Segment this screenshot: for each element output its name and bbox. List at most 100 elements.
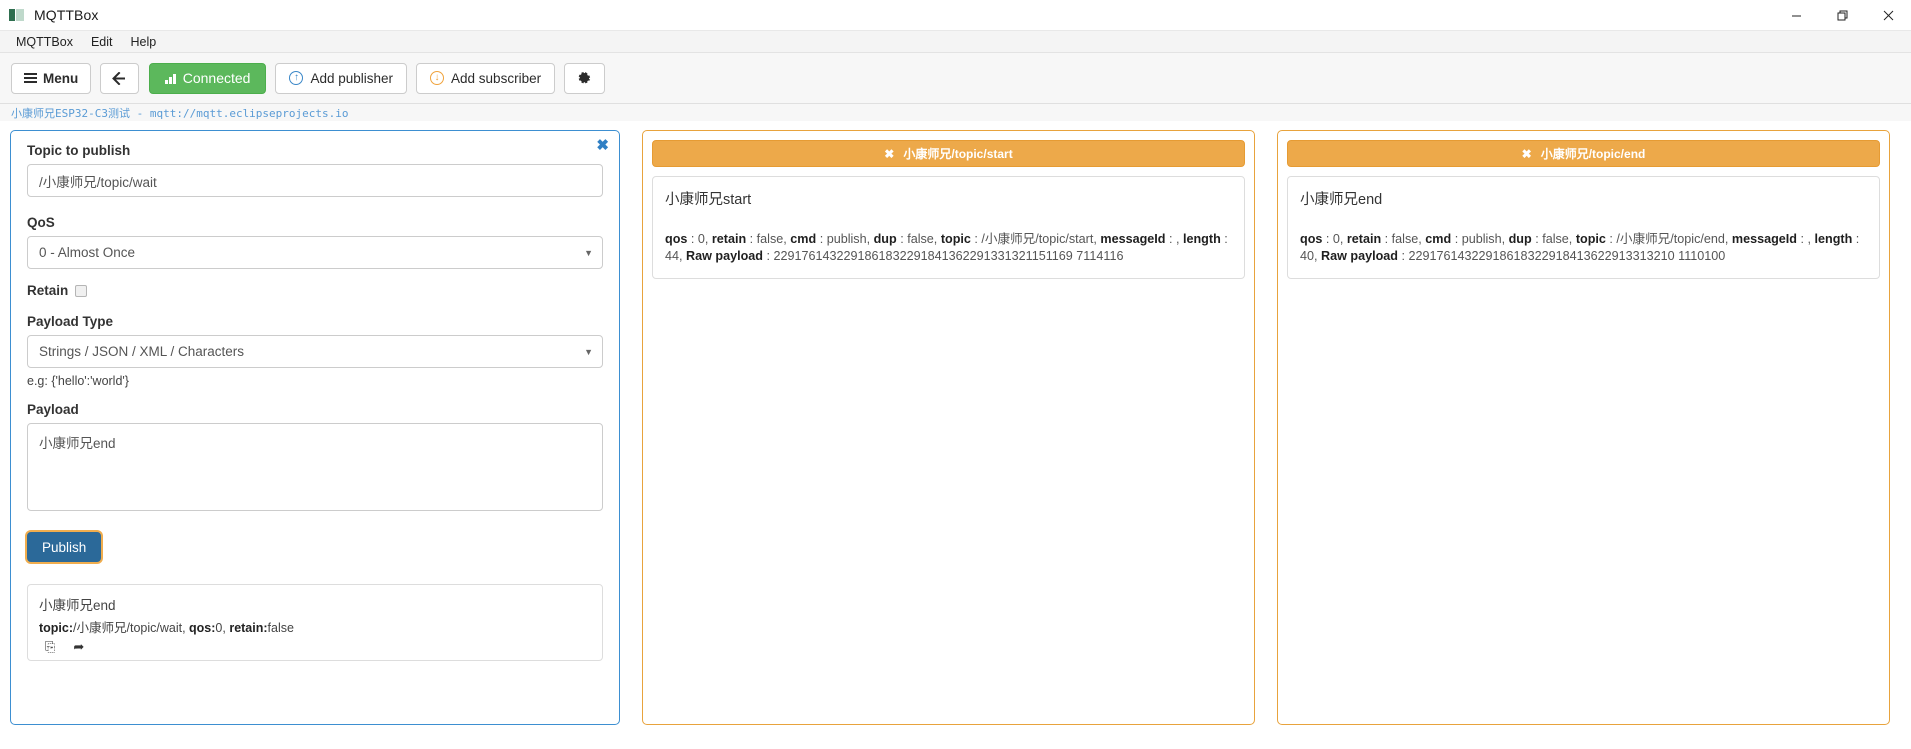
detail-rawpayload-key: Raw payload xyxy=(686,248,763,263)
subscriber-message-card: 小康师兄end qos : 0, retain : false, cmd : p… xyxy=(1287,176,1880,280)
detail-cmd-key: cmd xyxy=(790,232,817,246)
detail-retain-key: retain xyxy=(711,232,747,246)
detail-topic-value: : /小康师兄/topic/end, xyxy=(1605,232,1732,246)
close-icon[interactable]: ✖ xyxy=(1522,148,1532,160)
detail-length-key: length xyxy=(1814,232,1853,246)
connection-status-button[interactable]: Connected xyxy=(149,62,267,94)
settings-button[interactable] xyxy=(564,62,606,94)
detail-cmd-key: cmd xyxy=(1425,232,1452,246)
hamburger-icon xyxy=(24,73,37,84)
publisher-panel: ✖ Topic to publish QoS 0 - Almost Once ▼… xyxy=(10,130,620,725)
topic-to-publish-input[interactable] xyxy=(27,164,603,197)
gear-icon xyxy=(578,71,591,83)
history-topic-value: /小康师兄/topic/wait, xyxy=(73,621,190,635)
maximize-button[interactable] xyxy=(1819,0,1865,31)
detail-topic-key: topic xyxy=(1575,232,1606,246)
detail-messageid-value: : , xyxy=(1797,232,1815,246)
retain-label: Retain xyxy=(27,283,69,298)
qos-select-wrapper[interactable]: 0 - Almost Once ▼ xyxy=(27,236,603,269)
window-title: MQTTBox xyxy=(34,7,99,23)
detail-dup-key: dup xyxy=(1508,232,1532,246)
detail-dup-value: : false, xyxy=(896,232,941,246)
arrow-left-icon xyxy=(112,71,126,85)
signal-bars-icon xyxy=(165,73,176,84)
payload-type-label: Payload Type xyxy=(27,314,114,329)
payload-type-select-wrapper[interactable]: Strings / JSON / XML / Characters ▼ xyxy=(27,335,603,368)
history-retain-value: false xyxy=(267,621,294,635)
detail-qos-key: qos xyxy=(1300,232,1323,246)
history-meta: topic:/小康师兄/topic/wait, qos:0, retain:fa… xyxy=(39,617,591,636)
message-detail: qos : 0, retain : false, cmd : publish, … xyxy=(1300,231,1867,264)
qos-select[interactable]: 0 - Almost Once xyxy=(27,236,603,269)
history-message: 小康师兄end xyxy=(39,598,116,613)
history-actions: ⎘ ➦ xyxy=(39,640,591,653)
publish-button[interactable]: Publish xyxy=(27,532,102,562)
mqttbox-logo-icon xyxy=(9,7,25,23)
back-button[interactable] xyxy=(100,62,140,94)
history-topic-key: topic: xyxy=(39,621,74,635)
payload-label: Payload xyxy=(27,402,79,417)
close-icon[interactable]: ✖ xyxy=(884,148,894,160)
detail-qos-value: : 0, xyxy=(1322,232,1347,246)
retain-checkbox[interactable] xyxy=(75,284,88,297)
menu-item-mqttbox[interactable]: MQTTBox xyxy=(8,33,81,51)
menu-button-label: Menu xyxy=(43,70,79,86)
detail-rawpayload-value: : 22917614322918618322918413622913313210… xyxy=(1398,248,1726,263)
payload-type-select[interactable]: Strings / JSON / XML / Characters xyxy=(27,335,603,368)
subscriber-panel-start: ✖ 小康师兄/topic/start 小康师兄start qos : 0, re… xyxy=(642,130,1255,725)
breadcrumb-text: 小康师兄ESP32-C3测试 - mqtt://mqtt.eclipseproj… xyxy=(11,106,349,120)
detail-rawpayload-value: : 22917614322918618322918413622913313211… xyxy=(763,248,1124,263)
work-area: ✖ Topic to publish QoS 0 - Almost Once ▼… xyxy=(0,121,1911,749)
topic-to-publish-label: Topic to publish xyxy=(27,143,131,158)
arrow-up-circle-icon: ↑ xyxy=(289,71,304,85)
forward-icon[interactable]: ➦ xyxy=(73,640,84,653)
add-subscriber-label: Add subscriber xyxy=(451,70,542,86)
history-qos-key: qos: xyxy=(189,621,216,635)
history-qos-value: 0, xyxy=(215,621,230,635)
minimize-icon xyxy=(1791,15,1801,17)
message-payload-text: 小康师兄start xyxy=(665,192,752,208)
subscriber-message-card: 小康师兄start qos : 0, retain : false, cmd :… xyxy=(652,176,1245,280)
detail-retain-value: : false, xyxy=(1381,232,1426,246)
menu-item-edit[interactable]: Edit xyxy=(83,33,121,51)
detail-dup-value: : false, xyxy=(1531,232,1576,246)
retain-row: Retain xyxy=(27,283,603,298)
detail-messageid-key: messageId xyxy=(1100,232,1166,246)
message-detail: qos : 0, retain : false, cmd : publish, … xyxy=(665,231,1232,264)
minimize-button[interactable] xyxy=(1773,0,1819,31)
subscriber-panel-end: ✖ 小康师兄/topic/end 小康师兄end qos : 0, retain… xyxy=(1277,130,1890,725)
payload-type-hint: e.g: {'hello':'world'} xyxy=(27,374,129,388)
detail-retain-key: retain xyxy=(1346,232,1382,246)
detail-qos-key: qos xyxy=(665,232,688,246)
add-subscriber-button[interactable]: ↓ Add subscriber xyxy=(416,62,556,94)
publish-history-item: 小康师兄end topic:/小康师兄/topic/wait, qos:0, r… xyxy=(27,584,603,661)
detail-topic-value: : /小康师兄/topic/start, xyxy=(970,232,1101,246)
arrow-down-circle-icon: ↓ xyxy=(430,71,445,85)
subscriber-header-end[interactable]: ✖ 小康师兄/topic/end xyxy=(1287,140,1880,167)
add-publisher-label: Add publisher xyxy=(310,70,394,86)
close-icon xyxy=(1883,10,1893,21)
message-payload-text: 小康师兄end xyxy=(1300,192,1383,208)
detail-cmd-value: : publish, xyxy=(816,232,874,246)
maximize-icon xyxy=(1837,10,1847,21)
window-controls xyxy=(1773,0,1911,31)
toolbar: Menu Connected ↑ Add publisher ↓ Add sub… xyxy=(0,53,1911,104)
detail-messageid-key: messageId xyxy=(1731,232,1797,246)
subscriber-topic-label: 小康师兄/topic/end xyxy=(1540,147,1646,161)
menu-item-help[interactable]: Help xyxy=(123,33,165,51)
menu-button[interactable]: Menu xyxy=(11,62,92,94)
breadcrumb: 小康师兄ESP32-C3测试 - mqtt://mqtt.eclipseproj… xyxy=(0,104,1911,121)
menu-bar: MQTTBox Edit Help xyxy=(0,31,1911,53)
connection-status-label: Connected xyxy=(182,70,251,86)
add-publisher-button[interactable]: ↑ Add publisher xyxy=(275,62,408,94)
detail-cmd-value: : publish, xyxy=(1451,232,1509,246)
detail-retain-value: : false, xyxy=(746,232,791,246)
history-retain-key: retain: xyxy=(229,621,268,635)
subscriber-header-start[interactable]: ✖ 小康师兄/topic/start xyxy=(652,140,1245,167)
detail-qos-value: : 0, xyxy=(687,232,712,246)
publisher-close-icon[interactable]: ✖ xyxy=(596,138,609,153)
subscriber-topic-label: 小康师兄/topic/start xyxy=(903,147,1013,161)
payload-textarea[interactable] xyxy=(27,423,603,511)
close-button[interactable] xyxy=(1865,0,1911,31)
copy-icon[interactable]: ⎘ xyxy=(45,640,55,653)
